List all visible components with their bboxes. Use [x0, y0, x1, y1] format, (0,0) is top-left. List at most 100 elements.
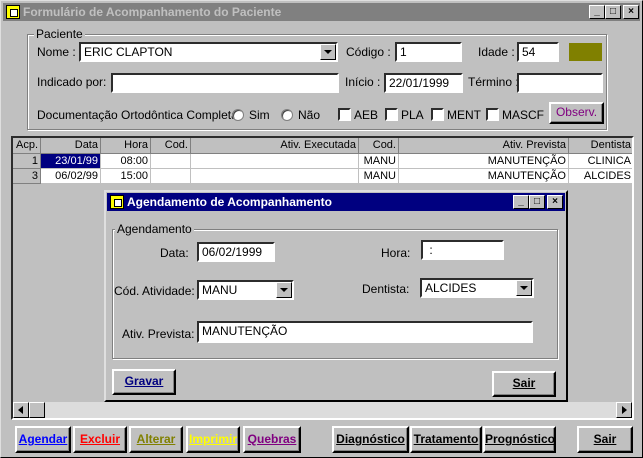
- nome-value: ERIC CLAPTON: [84, 45, 173, 59]
- grid-cell[interactable]: [191, 154, 359, 169]
- grid-cell[interactable]: 23/01/99: [41, 154, 101, 169]
- dentista-combo[interactable]: ALCIDES: [420, 278, 534, 298]
- idade-field[interactable]: 54: [517, 42, 559, 62]
- cod-atividade-dropdown-icon[interactable]: [276, 282, 292, 298]
- grid-header[interactable]: Cod.: [359, 138, 399, 154]
- data-label: Data:: [160, 246, 189, 260]
- prognostico-button[interactable]: Prognóstico: [483, 426, 556, 453]
- indicado-field[interactable]: [111, 73, 339, 93]
- agendar-button[interactable]: Agendar: [15, 426, 71, 453]
- grid-header[interactable]: Ativ. Prevista: [399, 138, 569, 154]
- mascf-label: MASCF: [502, 108, 544, 122]
- aeb-checkbox[interactable]: [338, 108, 351, 121]
- inicio-value: 22/01/1999: [389, 76, 450, 90]
- aeb-label: AEB: [354, 108, 379, 122]
- pla-label: PLA: [401, 108, 424, 122]
- grid-cell[interactable]: MANU: [359, 154, 399, 169]
- dialog-app-icon: [110, 195, 124, 209]
- idade-value: 54: [522, 45, 536, 59]
- scroll-thumb[interactable]: [29, 402, 45, 418]
- scroll-right-icon[interactable]: [616, 402, 632, 418]
- pla-checkbox[interactable]: [385, 108, 398, 121]
- dialog-minimize-icon[interactable]: _: [513, 195, 529, 209]
- grid-cell[interactable]: 08:00: [101, 154, 151, 169]
- dentista-label: Dentista:: [362, 282, 410, 296]
- maximize-icon[interactable]: □: [605, 5, 621, 19]
- cod-atividade-label: Cód. Atividade:: [114, 284, 195, 298]
- nome-label: Nome :: [37, 45, 76, 59]
- agendamento-group-label: Agendamento: [115, 222, 194, 236]
- dialog-title-bar[interactable]: Agendamento de Acompanhamento _ □ ×: [107, 193, 565, 211]
- grid-cell[interactable]: MANU: [359, 169, 399, 184]
- gravar-button[interactable]: Gravar: [112, 369, 176, 395]
- color-swatch: [569, 43, 602, 61]
- nome-combo[interactable]: ERIC CLAPTON: [79, 42, 338, 62]
- main-window-title: Formulário de Acompanhamento do Paciente: [23, 5, 282, 19]
- dialog-title: Agendamento de Acompanhamento: [127, 195, 332, 209]
- doc-label: Documentação Ortodôntica Completa:: [37, 108, 242, 122]
- main-title-bar[interactable]: Formulário de Acompanhamento do Paciente…: [3, 3, 640, 21]
- grid-cell[interactable]: [151, 154, 191, 169]
- grid-cell[interactable]: [191, 169, 359, 184]
- observ-button[interactable]: Observ.: [549, 102, 604, 124]
- inicio-field[interactable]: 22/01/1999: [384, 73, 463, 93]
- main-window: Formulário de Acompanhamento do Paciente…: [0, 0, 643, 458]
- grid-cell[interactable]: 1: [13, 154, 41, 169]
- diagnostico-button[interactable]: Diagnóstico: [332, 426, 409, 453]
- grid-cell[interactable]: CLINICA: [569, 154, 632, 169]
- grid-cell[interactable]: ALCIDES: [569, 169, 632, 184]
- hora-value: :: [426, 243, 433, 257]
- sair-button[interactable]: Sair: [577, 426, 633, 453]
- ment-checkbox[interactable]: [431, 108, 444, 121]
- ativ-prevista-field[interactable]: MANUTENÇÃO: [197, 321, 533, 343]
- grid-cell[interactable]: [151, 169, 191, 184]
- grid-cell[interactable]: 06/02/99: [41, 169, 101, 184]
- termino-label: Término :: [468, 75, 519, 89]
- codigo-field[interactable]: 1: [395, 42, 462, 62]
- dialog-sair-button[interactable]: Sair: [492, 371, 556, 397]
- codigo-value: 1: [400, 45, 407, 59]
- nome-dropdown-icon[interactable]: [320, 44, 336, 60]
- hora-field[interactable]: :: [421, 240, 504, 260]
- tratamento-button[interactable]: Tratamento: [410, 426, 482, 453]
- dentista-value: ALCIDES: [425, 281, 477, 295]
- termino-field[interactable]: [517, 73, 603, 93]
- dentista-dropdown-icon[interactable]: [516, 280, 532, 296]
- agendamento-dialog: Agendamento de Acompanhamento _ □ × Agen…: [104, 190, 568, 402]
- quebras-button[interactable]: Quebras: [243, 426, 301, 453]
- data-field[interactable]: 06/02/1999: [197, 242, 275, 262]
- grid-header[interactable]: Data: [41, 138, 101, 154]
- cod-atividade-combo[interactable]: MANU: [197, 280, 294, 300]
- indicado-label: Indicado por:: [37, 75, 107, 89]
- close-icon[interactable]: ×: [623, 5, 639, 19]
- scroll-left-icon[interactable]: [13, 402, 29, 418]
- grid-header[interactable]: Acp.: [13, 138, 41, 154]
- sim-label: Sim: [249, 108, 270, 122]
- cod-atividade-value: MANU: [202, 283, 238, 297]
- mascf-checkbox[interactable]: [486, 108, 499, 121]
- excluir-button[interactable]: Excluir: [73, 426, 127, 453]
- grid-cell[interactable]: 15:00: [101, 169, 151, 184]
- grid-cell[interactable]: MANUTENÇÃO: [399, 154, 569, 169]
- grid-cell[interactable]: 3: [13, 169, 41, 184]
- dialog-maximize-icon[interactable]: □: [529, 195, 545, 209]
- hora-label: Hora:: [381, 246, 411, 260]
- grid-header[interactable]: Cod.: [151, 138, 191, 154]
- ativ-prevista-value: MANUTENÇÃO: [202, 324, 288, 338]
- alterar-button[interactable]: Alterar: [129, 426, 183, 453]
- paciente-group-label: Paciente: [34, 27, 85, 41]
- dialog-close-icon[interactable]: ×: [547, 195, 563, 209]
- inicio-label: Início :: [345, 75, 381, 89]
- nao-radio[interactable]: [281, 109, 293, 121]
- ativ-prevista-label: Ativ. Prevista:: [122, 327, 195, 341]
- grid-header[interactable]: Hora: [101, 138, 151, 154]
- imprimir-button[interactable]: Imprimir: [186, 426, 240, 453]
- minimize-icon[interactable]: _: [589, 5, 605, 19]
- sim-radio[interactable]: [232, 109, 244, 121]
- grid-cell[interactable]: MANUTENÇÃO: [399, 169, 569, 184]
- idade-label: Idade :: [478, 45, 515, 59]
- grid-header[interactable]: Dentista: [569, 138, 632, 154]
- nao-label: Não: [298, 108, 321, 122]
- grid-header[interactable]: Ativ. Executada: [191, 138, 359, 154]
- horizontal-scrollbar[interactable]: [13, 402, 632, 418]
